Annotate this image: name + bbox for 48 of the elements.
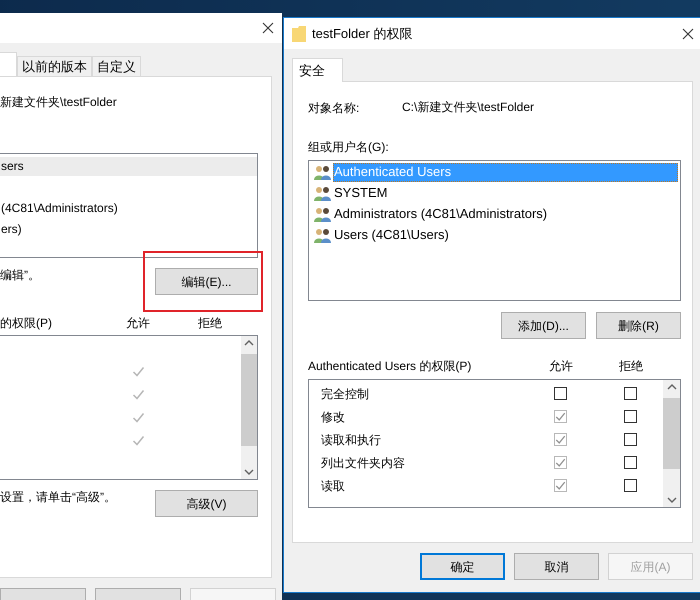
advanced-button[interactable]: 高级(V) bbox=[155, 490, 258, 517]
checkbox[interactable] bbox=[624, 479, 636, 492]
checkbox[interactable] bbox=[624, 433, 636, 446]
permission-name: 修改 bbox=[321, 410, 345, 424]
edit-button[interactable]: 编辑(E)... bbox=[155, 268, 258, 295]
field-label: 组或用户名(G): bbox=[308, 139, 390, 155]
column-header: 允许 bbox=[549, 358, 573, 374]
close-icon[interactable] bbox=[262, 22, 274, 34]
dialog-button[interactable]: 取消 bbox=[514, 553, 599, 580]
add-button[interactable]: 添加(D)... bbox=[501, 312, 586, 339]
user-group-icon bbox=[314, 164, 332, 180]
checkbox[interactable] bbox=[554, 387, 566, 400]
list-item[interactable]: Administrators (4C81\Administrators) bbox=[333, 205, 678, 224]
checkbox[interactable] bbox=[624, 387, 636, 400]
user-group-icon bbox=[314, 206, 332, 222]
permission-name: 读取和执行 bbox=[321, 432, 381, 446]
dialog-button[interactable]: 确定 bbox=[420, 553, 505, 580]
permission-name: 列出文件夹内容 bbox=[321, 456, 405, 470]
tab[interactable]: 安全 bbox=[292, 58, 343, 82]
tab[interactable]: 以前的版本 bbox=[17, 56, 92, 76]
object-path: C:\新建文件夹\testFolder bbox=[402, 99, 534, 116]
column-header: 拒绝 bbox=[619, 358, 643, 374]
list-item[interactable]: ers) bbox=[0, 220, 257, 239]
advanced-hint: 设置，请单击“高级”。 bbox=[0, 489, 116, 506]
scrollbar[interactable] bbox=[241, 336, 257, 479]
object-path: 新建文件夹\testFolder bbox=[0, 94, 118, 110]
user-group-icon bbox=[314, 186, 332, 202]
permissions-header: Authenticated Users 的权限(P) bbox=[308, 359, 472, 373]
window-title: testFolder 的权限 bbox=[312, 24, 414, 43]
remove-button[interactable]: 删除(R) bbox=[596, 312, 681, 339]
checkbox[interactable] bbox=[624, 410, 636, 423]
column-header: 拒绝 bbox=[198, 315, 222, 331]
folder-icon bbox=[292, 26, 306, 42]
list-item[interactable]: SYSTEM bbox=[333, 184, 678, 203]
scrollbar[interactable] bbox=[663, 380, 680, 507]
tab[interactable]: 自定义 bbox=[92, 56, 141, 76]
permission-name: 完全控制 bbox=[321, 386, 369, 400]
user-group-icon bbox=[314, 228, 332, 244]
close-icon[interactable] bbox=[682, 28, 694, 40]
list-item[interactable]: (4C81\Administrators) bbox=[0, 199, 257, 218]
list-item[interactable]: sers bbox=[0, 157, 257, 176]
edit-hint: 编辑”。 bbox=[0, 267, 40, 284]
list-item[interactable]: Users (4C81\Users) bbox=[333, 226, 678, 245]
permission-name: 读取 bbox=[321, 478, 345, 492]
permissions-header: 的权限(P) bbox=[0, 316, 52, 330]
column-header: 允许 bbox=[126, 315, 150, 331]
checkbox[interactable] bbox=[624, 456, 636, 469]
field-label: 对象名称: bbox=[308, 101, 360, 115]
